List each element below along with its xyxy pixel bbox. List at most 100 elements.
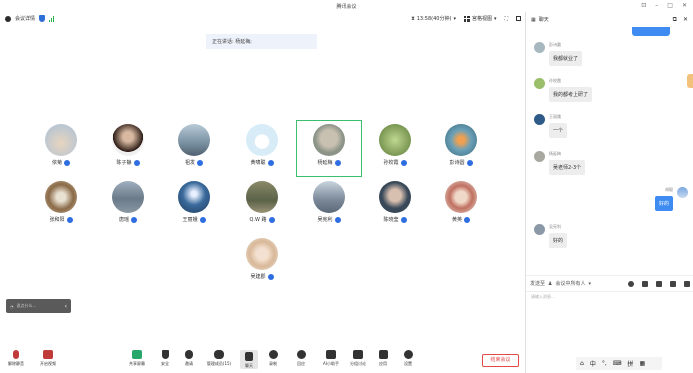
ai-assistant-button[interactable]: AI小助手 [320, 350, 342, 367]
message-bubble: 吴老师2-3个 [549, 160, 586, 175]
participant-tile[interactable]: Q.W 路 [230, 181, 294, 233]
collapse-icon[interactable]: ‹ [65, 303, 67, 310]
signal-icon[interactable] [49, 15, 55, 22]
participant-tile[interactable]: 黄啸聪 [230, 124, 294, 176]
avatar [246, 124, 278, 156]
chevron-down-icon: ▾ [453, 15, 456, 22]
mute-label: 解除静音 [8, 361, 24, 366]
avatar [534, 151, 545, 162]
mic-icon [267, 273, 274, 280]
grid-view-icon [463, 15, 470, 22]
participant-tile[interactable]: 依菊 [29, 124, 93, 176]
participant-tile[interactable]: 张和阳 [29, 181, 93, 233]
chat-button[interactable]: 聊天 [240, 350, 258, 369]
participant-tile[interactable]: 彭诗圆 [429, 124, 493, 176]
participant-tile[interactable]: 吴建郡 [230, 238, 294, 290]
message-bubble: 我的都考上研了 [549, 87, 593, 102]
view-label: 宫格视图 [471, 16, 492, 22]
chevron-down-icon[interactable]: ▾ [589, 281, 592, 287]
mic-icon [400, 216, 407, 223]
avatar [534, 42, 545, 53]
timer-button[interactable]: ⧗ 13:58(40分钟) ▾ [411, 15, 456, 23]
avatar [45, 124, 77, 156]
shield-icon[interactable] [39, 15, 46, 22]
fullscreen-icon[interactable]: ⛶ [504, 16, 508, 22]
send-to-select[interactable]: 会议中所有人 [556, 280, 586, 287]
chat-message: 彭诗圆 我都就业了 [534, 42, 583, 66]
participant-tile[interactable]: 陈晓莹 [363, 181, 427, 233]
popout-icon[interactable]: ⧉ [673, 16, 677, 24]
announce-icon[interactable] [670, 280, 676, 287]
avatar [313, 181, 345, 213]
security-button[interactable]: 安全 [158, 350, 172, 367]
manage-members-button[interactable]: 管理成员(15) [203, 350, 235, 367]
participant-name: 陈晓莹 [383, 217, 399, 223]
chat-panel: ▦ 聊天 ⧉ ✕ 彭诗圆 我都就业了 孙姣霞 我的都考上研了 王丽娥 一个 杨延… [525, 12, 693, 373]
grid-icon[interactable]: ▦ [639, 360, 645, 367]
avatar [677, 187, 688, 198]
chat-message-self: 胡聪 好的 [654, 187, 688, 211]
share-label: 共享屏幕 [129, 361, 145, 366]
avatar [379, 124, 411, 156]
toolbar-right: ⧗ 13:58(40分钟) ▾ 宫格视图 ▾ ⛶ [411, 15, 521, 22]
meeting-info-button[interactable]: 会议详情 [15, 15, 35, 22]
chat-settings-icon[interactable] [684, 280, 690, 287]
avatar [379, 181, 411, 213]
avatar [445, 181, 477, 213]
keyboard-icon[interactable]: ⌨ [613, 360, 622, 367]
avatar [445, 124, 477, 156]
chevron-down-icon: ▾ [493, 15, 497, 22]
end-meeting-button[interactable]: 结束会议 [482, 354, 519, 367]
invite-button[interactable]: 邀请 [182, 350, 196, 367]
participant-name: 陈子静 [116, 160, 132, 166]
participant-tile[interactable]: 吴宪利 [297, 181, 361, 233]
scroll-handle[interactable] [687, 74, 693, 88]
mic-icon [64, 159, 70, 166]
layout-icon[interactable] [516, 16, 521, 21]
participant-tile[interactable]: 王丽娥 [162, 181, 226, 233]
participant-tile[interactable]: 杨延梅 [297, 124, 361, 176]
participant-tile[interactable]: 唐瑶 [96, 181, 160, 233]
mic-icon [464, 216, 470, 223]
react-button[interactable]: 回应 [294, 350, 308, 367]
participant-name: 孙姣霞 [383, 160, 399, 166]
mic-icon [268, 216, 275, 223]
punctuation-icon[interactable]: °, [602, 360, 607, 367]
participant-tile[interactable]: 陈子静 [96, 124, 160, 176]
person-icon: ♟ [548, 280, 553, 287]
video-button[interactable]: 开启视频 [36, 350, 60, 367]
participant-name: 唐瑶 [118, 217, 129, 223]
settings-button[interactable]: 设置 [400, 350, 416, 367]
participant-name: 黄英 [451, 217, 462, 223]
participant-name: 彭诗圆 [449, 160, 465, 166]
pin-icon[interactable]: ⊡ [641, 2, 646, 9]
chat-label: 聊天 [245, 363, 253, 368]
message-bubble [632, 27, 670, 36]
mute-button[interactable]: 解除静音 [4, 350, 28, 367]
breakout-button[interactable]: 分组讨论 [346, 350, 370, 367]
close-chat-icon[interactable]: ✕ [683, 16, 688, 24]
quick-chat-input[interactable]: ◔ 说点什么... ‹ [6, 299, 71, 313]
participant-tile[interactable]: 祖发 [162, 124, 226, 176]
home-icon[interactable]: ⌂ [580, 360, 584, 367]
chat-input[interactable]: 请输入消息... [526, 291, 693, 302]
folder-icon[interactable] [642, 280, 648, 287]
emoji-icon[interactable] [628, 280, 634, 287]
minimize-icon[interactable]: – [655, 2, 658, 9]
maximize-icon[interactable]: □ [667, 2, 673, 9]
share-screen-button[interactable]: 共享屏幕 [124, 350, 150, 367]
tray-label[interactable]: 拼 [627, 359, 633, 368]
close-icon[interactable]: ✕ [682, 2, 687, 9]
screenshot-icon[interactable] [656, 280, 662, 287]
participant-name: 杨延梅 [317, 160, 333, 166]
message-bubble: 一个 [549, 123, 568, 138]
bottom-toolbar: 解除静音 开启视频 共享屏幕 安全 邀请 管理成员(15) 聊天 录制 回应 A… [0, 350, 525, 373]
view-button[interactable]: 宫格视图 ▾ [463, 15, 497, 22]
message-bubble: 好的 [654, 196, 673, 211]
participant-tile[interactable]: 孙姣霞 [363, 124, 427, 176]
record-button[interactable]: 录制 [266, 350, 280, 367]
breakout-label: 分组讨论 [350, 361, 366, 366]
participant-tile[interactable]: 黄英 [429, 181, 493, 233]
apps-button[interactable]: 应用 [376, 350, 390, 367]
ime-indicator[interactable]: 中 [590, 359, 596, 368]
